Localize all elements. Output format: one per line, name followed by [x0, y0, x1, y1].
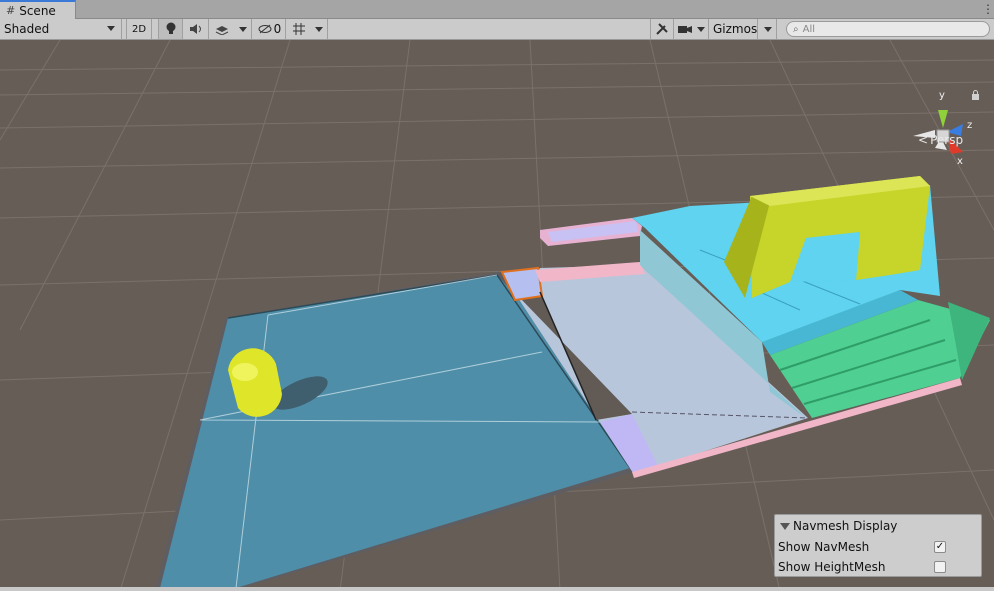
hidden-objects-toggle[interactable]: 0 [254, 19, 286, 39]
tools-button[interactable] [650, 19, 674, 39]
shading-mode-dropdown[interactable]: Shaded [0, 19, 122, 39]
projection-label: Persp [930, 133, 964, 147]
tab-scene[interactable]: # Scene [0, 0, 76, 19]
effects-toggle-button[interactable] [210, 19, 234, 39]
grid-toggle-button[interactable] [288, 19, 310, 39]
axis-y-label: y [939, 90, 945, 101]
gizmos-button[interactable]: Gizmos [710, 19, 758, 39]
camera-dropdown[interactable] [694, 19, 709, 39]
tools-icon [656, 23, 668, 35]
show-heightmesh-checkbox[interactable] [934, 561, 946, 573]
viewport-bottom-border [0, 587, 994, 591]
camera-button[interactable] [675, 19, 695, 39]
chevron-down-icon [107, 26, 115, 31]
chevron-left-icon: < [918, 133, 929, 147]
chevron-down-icon [314, 26, 323, 32]
scene-viewport[interactable]: y z x [0, 40, 994, 591]
lighting-toggle-button[interactable] [158, 19, 183, 39]
hidden-count: 0 [273, 22, 282, 36]
grid-icon [293, 23, 305, 35]
orientation-gizmo[interactable]: y z x [905, 90, 985, 170]
lock-icon[interactable] [971, 90, 980, 100]
navmesh-panel-title: Navmesh Display [793, 519, 898, 533]
chevron-down-icon [238, 26, 247, 32]
grid-hash-icon: # [6, 4, 16, 17]
search-input[interactable]: ⌕ All [786, 21, 990, 37]
show-heightmesh-label: Show HeightMesh [778, 560, 886, 574]
chevron-down-icon [764, 26, 772, 32]
tab-bar: # Scene ⋮ [0, 0, 994, 19]
navmesh-panel-header[interactable]: Navmesh Display [780, 519, 897, 533]
layers-icon [215, 26, 229, 35]
scene-render [0, 40, 994, 591]
axis-z-label: z [967, 120, 972, 131]
grid-dropdown[interactable] [310, 19, 328, 39]
axis-y-cone[interactable] [938, 110, 948, 128]
toggle-2d-label: 2D [131, 23, 147, 35]
search-icon: ⌕ [793, 23, 799, 35]
show-heightmesh-row[interactable]: Show HeightMesh [778, 559, 978, 575]
navmesh-display-panel: Navmesh Display Show NavMesh ✓ Show Heig… [774, 514, 982, 577]
search-placeholder: All [802, 23, 816, 35]
tab-scene-label: Scene [19, 3, 56, 18]
effects-dropdown[interactable] [234, 19, 252, 39]
show-navmesh-checkbox[interactable]: ✓ [934, 541, 946, 553]
gizmos-label: Gizmos [713, 22, 758, 36]
gizmos-dropdown[interactable] [760, 19, 777, 39]
axis-x-label: x [957, 156, 963, 167]
speaker-icon [190, 24, 201, 34]
more-options-icon[interactable]: ⋮ [982, 2, 994, 16]
scene-toolbar: Shaded 2D 0 Gizmos ⌕ All [0, 19, 994, 40]
shading-mode-label: Shaded [4, 22, 50, 36]
chevron-down-icon [697, 26, 705, 32]
camera-icon [678, 26, 692, 33]
eye-slash-icon [258, 24, 272, 34]
projection-toggle[interactable]: < Persp [918, 133, 963, 147]
foldout-triangle-icon [780, 522, 790, 530]
show-navmesh-label: Show NavMesh [778, 540, 870, 554]
toggle-2d-button[interactable]: 2D [126, 19, 152, 39]
lightbulb-icon [166, 22, 175, 34]
show-navmesh-row[interactable]: Show NavMesh ✓ [778, 539, 978, 555]
audio-toggle-button[interactable] [184, 19, 209, 39]
